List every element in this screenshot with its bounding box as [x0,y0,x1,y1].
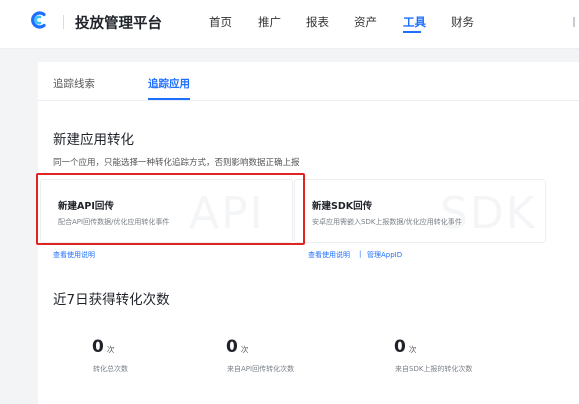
stat-unit: 次 [106,345,115,354]
card-title: 新建SDK回传 [312,201,373,212]
tab-track-leads[interactable]: 追踪线索 [53,76,95,91]
nav-active-indicator [403,31,421,33]
app-title: 投放管理平台 [75,16,162,32]
stat-unit: 次 [240,345,249,354]
platform-logo-icon [31,11,46,29]
sdk-help-link[interactable]: 查看使用说明 [308,250,350,260]
stat-api-conversions: 0次 [226,337,248,357]
stat-total-conversions: 0次 [92,337,114,357]
stat-value: 0 [394,337,406,357]
section-title-new-conversion: 新建应用转化 [53,132,134,148]
nav-item-tools[interactable]: 工具 [403,14,426,30]
tab-bar: 追踪线索 追踪应用 [38,62,579,101]
section-description: 同一个应用，只能选择一种转化追踪方式，否则影响数据正确上报 [53,158,300,168]
api-help-link[interactable]: 查看使用说明 [53,250,95,260]
manage-appid-link[interactable]: 管理AppID [367,250,402,260]
card-watermark-api: API [189,188,265,239]
card-description: 配合API回传数据/优化应用转化事件 [58,218,170,226]
nav-item-reports[interactable]: 报表 [306,14,329,30]
logo-divider [63,15,64,29]
tab-track-apps[interactable]: 追踪应用 [148,76,190,91]
card-watermark-sdk: SDK [440,188,537,239]
truncated-header-element [573,17,575,27]
nav-item-home[interactable]: 首页 [209,14,232,30]
nav-item-assets[interactable]: 资产 [354,14,377,30]
link-separator: | [359,250,362,258]
top-navigation-bar: 投放管理平台 首页 推广 报表 资产 工具 财务 [0,0,579,49]
stat-label: 来自SDK上报的转化次数 [395,365,473,373]
stat-label: 转化总次数 [93,365,128,373]
main-panel: 追踪线索 追踪应用 新建应用转化 同一个应用，只能选择一种转化追踪方式，否则影响… [36,62,579,404]
nav-item-promotion[interactable]: 推广 [258,14,281,30]
stat-label: 来自API回传转化次数 [227,365,295,373]
stat-unit: 次 [408,345,417,354]
stat-value: 0 [226,337,238,357]
card-description: 安卓应用需嵌入SDK上报数据/优化应用转化事件 [312,218,462,226]
tab-active-indicator [148,98,190,100]
card-title: 新建API回传 [58,201,114,212]
card-new-api-callback[interactable]: API 新建API回传 配合API回传数据/优化应用转化事件 [40,179,293,243]
card-new-sdk-callback[interactable]: SDK 新建SDK回传 安卓应用需嵌入SDK上报数据/优化应用转化事件 [294,179,546,243]
stat-value: 0 [92,337,104,357]
stat-sdk-conversions: 0次 [394,337,416,357]
section-title-7day-conversions: 近7日获得转化次数 [53,292,170,308]
nav-item-finance[interactable]: 财务 [451,14,474,30]
